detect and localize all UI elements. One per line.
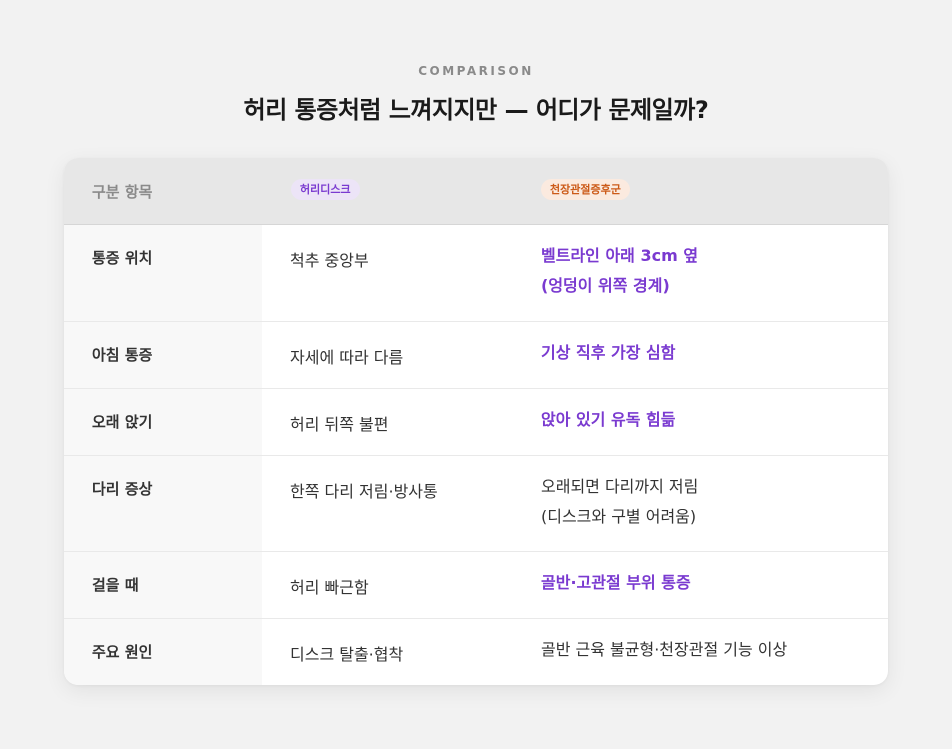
disc-cell: 자세에 따라 다름 (290, 348, 404, 367)
sij-line: 골반 근육 불균형·천장관절 기능 이상 (541, 640, 788, 659)
table-row: 통증 위치 척추 중앙부 벨트라인 아래 3cm 옆 (엉덩이 위쪽 경계) (64, 225, 888, 322)
sij-cell: 골반·고관절 부위 통증 (541, 568, 691, 598)
header-disc-badge: 허리디스크 (291, 179, 360, 200)
sij-line: 골반·고관절 부위 통증 (541, 573, 691, 592)
row-label: 아침 통증 (92, 346, 153, 364)
eyebrow-label: COMPARISON (418, 64, 534, 78)
table-row: 오래 앉기 허리 뒤쪽 불편 앉아 있기 유독 힘듦 (64, 389, 888, 456)
sij-cell: 오래되면 다리까지 저림 (디스크와 구별 어려움) (541, 472, 698, 532)
sij-line: 기상 직후 가장 심함 (541, 343, 676, 362)
sij-cell: 기상 직후 가장 심함 (541, 338, 675, 368)
disc-cell: 한쪽 다리 저림·방사통 (290, 482, 438, 501)
sij-line: 앉아 있기 유독 힘듦 (541, 410, 676, 429)
disc-cell: 척추 중앙부 (290, 251, 369, 270)
row-label: 주요 원인 (92, 643, 153, 661)
row-label: 다리 증상 (92, 480, 153, 498)
sij-line: 오래되면 다리까지 저림 (541, 477, 699, 496)
comparison-table: 구분 항목 허리디스크 천장관절증후군 통증 위치 척추 중앙부 벨트라인 아래… (64, 158, 888, 685)
disc-cell: 디스크 탈출·협착 (290, 645, 404, 664)
header-category: 구분 항목 (92, 183, 153, 201)
row-label-cell (64, 225, 262, 321)
row-label-cell (64, 456, 262, 551)
sij-cell: 골반 근육 불균형·천장관절 기능 이상 (541, 635, 787, 665)
sij-cell: 벨트라인 아래 3cm 옆 (엉덩이 위쪽 경계) (541, 241, 698, 301)
row-label: 통증 위치 (92, 249, 153, 267)
table-row: 아침 통증 자세에 따라 다름 기상 직후 가장 심함 (64, 322, 888, 389)
sij-cell: 앉아 있기 유독 힘듦 (541, 405, 675, 435)
page-title: 허리 통증처럼 느껴지지만 — 어디가 문제일까? (243, 96, 709, 124)
table-row: 다리 증상 한쪽 다리 저림·방사통 오래되면 다리까지 저림 (디스크와 구별… (64, 456, 888, 552)
disc-cell: 허리 뒤쪽 불편 (290, 415, 389, 434)
sij-line: 벨트라인 아래 3cm 옆 (541, 246, 699, 265)
table-header: 구분 항목 허리디스크 천장관절증후군 (64, 158, 888, 225)
table-row: 걸을 때 허리 빠근함 골반·고관절 부위 통증 (64, 552, 888, 619)
row-label: 오래 앉기 (92, 413, 153, 431)
header-sij-badge: 천장관절증후군 (541, 179, 630, 200)
row-label: 걸을 때 (92, 576, 139, 594)
sij-line: (디스크와 구별 어려움) (541, 507, 697, 526)
sij-line: (엉덩이 위쪽 경계) (541, 276, 670, 295)
disc-cell: 허리 빠근함 (290, 578, 369, 597)
table-row: 주요 원인 디스크 탈출·협착 골반 근육 불균형·천장관절 기능 이상 (64, 619, 888, 685)
